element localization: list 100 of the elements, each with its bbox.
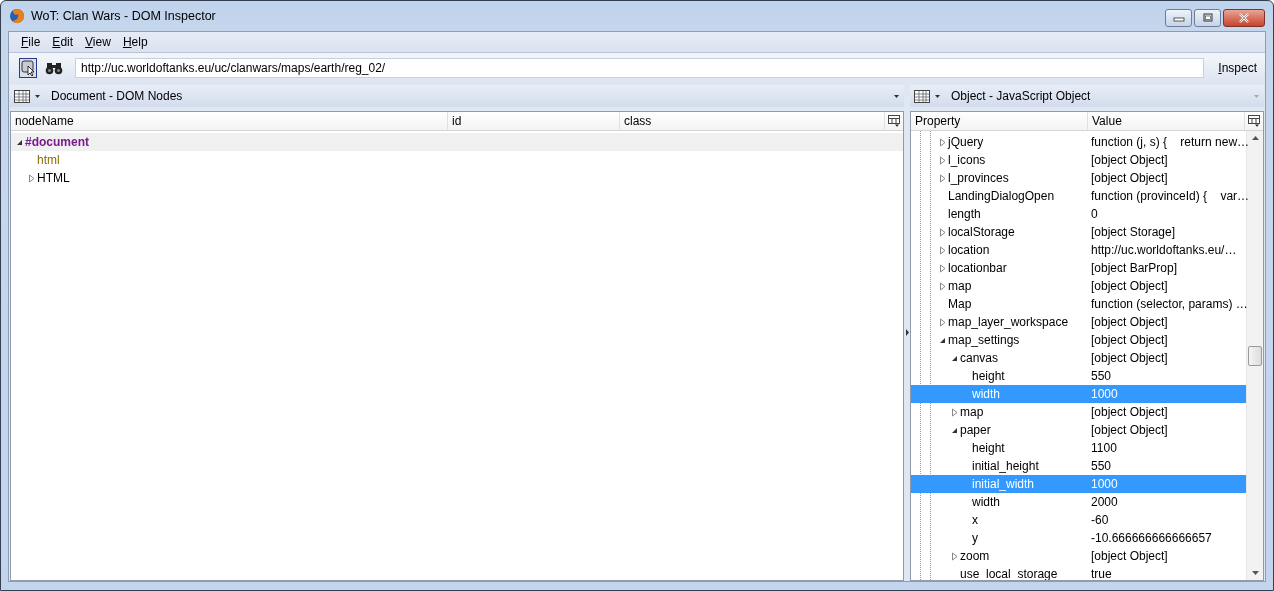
property-value: 1000 <box>1090 477 1118 491</box>
collapsed-arrow-icon[interactable] <box>938 245 947 255</box>
tree-row[interactable]: initial_height 550 <box>911 457 1246 475</box>
dropdown-arrow-icon[interactable] <box>934 93 941 99</box>
property-name: l_icons <box>948 153 986 167</box>
tree-row[interactable]: l_provinces [object Object] <box>911 169 1246 187</box>
collapsed-arrow-icon[interactable] <box>27 173 36 183</box>
tree-row[interactable]: Map function (selector, params) … <box>911 295 1246 313</box>
tree-row[interactable]: l_icons [object Object] <box>911 151 1246 169</box>
collapsed-arrow-icon[interactable] <box>938 281 947 291</box>
column-header[interactable]: id <box>448 112 620 130</box>
property-value: -60 <box>1090 513 1109 527</box>
property-value: http://uc.worldoftanks.eu/… <box>1090 243 1237 257</box>
property-value: [object Object] <box>1090 351 1168 365</box>
collapsed-arrow-icon[interactable] <box>950 407 959 417</box>
property-value: function (selector, params) … <box>1090 297 1248 311</box>
collapsed-arrow-icon[interactable] <box>938 137 947 147</box>
property-value: [object BarProp] <box>1090 261 1178 275</box>
tree-row[interactable]: localStorage [object Storage] <box>911 223 1246 241</box>
tree-row[interactable]: #document <box>11 133 903 151</box>
tree-row[interactable]: height 1100 <box>911 439 1246 457</box>
property-name: map_layer_workspace <box>948 315 1069 329</box>
column-picker-icon[interactable] <box>1248 115 1260 127</box>
tree-row[interactable]: map_layer_workspace [object Object] <box>911 313 1246 331</box>
column-picker-icon[interactable] <box>888 115 900 127</box>
maximize-button[interactable] <box>1194 9 1221 27</box>
property-name: jQuery <box>948 135 984 149</box>
close-button[interactable] <box>1223 9 1265 27</box>
inspect-element-button[interactable] <box>19 58 37 78</box>
minimize-button[interactable] <box>1165 9 1192 27</box>
collapsed-arrow-icon[interactable] <box>938 263 947 273</box>
property-name: initial_width <box>972 477 1035 491</box>
tree-row[interactable]: html <box>11 151 903 169</box>
property-value: [object Object] <box>1090 315 1168 329</box>
property-value: [object Object] <box>1090 333 1168 347</box>
dropdown-arrow-icon[interactable] <box>34 93 41 99</box>
tree-row[interactable]: locationbar [object BarProp] <box>911 259 1246 277</box>
tree-row[interactable]: x -60 <box>911 511 1246 529</box>
property-value: 550 <box>1090 369 1112 383</box>
table-icon[interactable] <box>914 89 930 103</box>
menu-item[interactable]: Help <box>116 35 154 49</box>
collapsed-arrow-icon[interactable] <box>938 317 947 327</box>
property-name: zoom <box>960 549 990 563</box>
tree-row[interactable]: length 0 <box>911 205 1246 223</box>
property-value: [object Object] <box>1090 279 1168 293</box>
property-name: map <box>960 405 984 419</box>
viewer-title[interactable]: Document - DOM Nodes <box>51 89 889 103</box>
property-name: width <box>972 387 1000 401</box>
scrollbar[interactable] <box>1246 131 1263 580</box>
property-name: map_settings <box>948 333 1020 347</box>
property-value: 550 <box>1090 459 1112 473</box>
column-header[interactable]: class <box>620 112 885 130</box>
property-value: [object Object] <box>1090 423 1168 437</box>
property-value: [object Object] <box>1090 171 1168 185</box>
property-name: height <box>972 369 1005 383</box>
window-title: WoT: Clan Wars - DOM Inspector <box>31 9 217 23</box>
tree-row[interactable]: map [object Object] <box>911 403 1246 421</box>
property-value: 1100 <box>1090 441 1117 455</box>
tree-row[interactable]: use_local_storage true <box>911 565 1246 580</box>
menu-item[interactable]: File <box>15 35 47 49</box>
tree-row[interactable]: width 2000 <box>911 493 1246 511</box>
collapsed-arrow-icon[interactable] <box>938 173 947 183</box>
property-name: y <box>972 531 978 545</box>
close-icon <box>1237 13 1251 23</box>
property-name: width <box>972 495 1000 509</box>
collapsed-arrow-icon[interactable] <box>938 155 947 165</box>
tree-row[interactable]: zoom [object Object] <box>911 547 1246 565</box>
column-header[interactable]: nodeName <box>11 112 448 130</box>
scroll-thumb[interactable] <box>1248 346 1262 366</box>
viewer-title[interactable]: Object - JavaScript Object <box>951 89 1249 103</box>
table-icon[interactable] <box>14 89 30 103</box>
collapsed-arrow-icon[interactable] <box>938 227 947 237</box>
tree-row[interactable]: map_settings [object Object] <box>911 331 1246 349</box>
property-value: [object Object] <box>1090 153 1168 167</box>
menu-item[interactable]: Edit <box>46 35 80 49</box>
inspect-button[interactable]: Inspect <box>1212 61 1257 75</box>
property-name: length <box>948 207 981 221</box>
menu-item[interactable]: View <box>79 35 117 49</box>
property-name: LandingDialogOpen <box>948 189 1055 203</box>
property-name: height <box>972 441 1005 455</box>
binoculars-icon[interactable] <box>45 61 63 75</box>
property-name: x <box>972 513 978 527</box>
tree-row[interactable]: HTML <box>11 169 903 187</box>
node-name: html <box>37 153 60 167</box>
property-name: l_provinces <box>948 171 1009 185</box>
property-name: initial_height <box>972 459 1039 473</box>
collapsed-arrow-icon[interactable] <box>950 551 959 561</box>
property-name: locationbar <box>948 261 1007 275</box>
tree-row[interactable]: y -10.666666666666657 <box>911 529 1246 547</box>
tree-row[interactable]: canvas [object Object] <box>911 349 1246 367</box>
property-value: 1000 <box>1090 387 1118 401</box>
tree-row[interactable]: map [object Object] <box>911 277 1246 295</box>
tree-row[interactable]: location http://uc.worldoftanks.eu/… <box>911 241 1246 259</box>
column-header[interactable]: Property <box>911 112 1088 130</box>
property-name: use_local_storage <box>960 567 1058 580</box>
column-header[interactable]: Value <box>1088 112 1245 130</box>
tree-row[interactable]: height 550 <box>911 367 1246 385</box>
dropdown-arrow-icon[interactable] <box>893 93 900 99</box>
tree-row[interactable]: paper [object Object] <box>911 421 1246 439</box>
url-field[interactable]: http://uc.worldoftanks.eu/uc/clanwars/maps/earth/reg_02/ <box>75 58 1205 78</box>
